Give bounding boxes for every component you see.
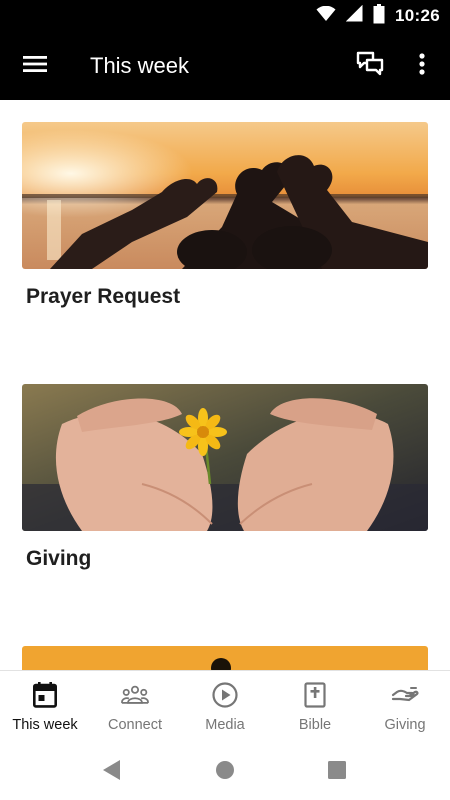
people-icon [121,681,149,709]
system-navigation-bar [0,742,450,800]
card-prayer-request[interactable]: Prayer Request [22,122,428,309]
menu-button[interactable] [14,48,56,84]
nav-label: Media [205,717,245,733]
more-options-button[interactable] [406,48,438,84]
nav-item-this-week[interactable]: This week [0,671,90,743]
app-bar: This week [0,32,450,100]
home-circle-icon [215,760,235,785]
card-title: Prayer Request [26,285,181,308]
card-image-hands-flower [22,384,428,531]
nav-item-bible[interactable]: Bible [270,671,360,743]
card-image-sunset-silhouette [22,646,428,670]
chat-button[interactable] [350,48,390,84]
more-vertical-icon [419,52,425,80]
card-giving[interactable]: Giving [22,384,428,571]
recents-square-icon [328,760,346,784]
home-button[interactable] [211,758,239,786]
calendar-icon [31,681,59,709]
hamburger-menu-icon [22,54,48,79]
status-bar: 10:26 [0,0,450,32]
nav-item-connect[interactable]: Connect [90,671,180,743]
nav-label: Giving [384,717,426,733]
nav-item-giving[interactable]: Giving [360,671,450,743]
bottom-navigation: This week Connect Media Bible Giving [0,670,450,742]
play-circle-icon [211,681,239,709]
bible-icon [301,681,329,709]
status-time: 10:26 [395,6,440,25]
content-feed: Prayer Request Giving [0,100,450,670]
nav-item-media[interactable]: Media [180,671,270,743]
cell-signal-icon [345,4,363,27]
chat-bubbles-icon [356,51,384,82]
card-title: Giving [26,547,92,570]
card-image-hearts-sunset [22,122,428,269]
giving-hand-icon [391,681,419,709]
back-triangle-icon [102,759,122,786]
back-button[interactable] [98,758,126,786]
wifi-icon [316,5,336,27]
status-icons: 10:26 [316,3,440,29]
recents-button[interactable] [323,758,351,786]
battery-icon [373,3,385,29]
card-partial[interactable] [22,646,428,670]
nav-label: This week [12,717,78,733]
nav-label: Bible [298,717,332,733]
page-title: This week [90,53,190,78]
nav-label: Connect [107,717,162,733]
